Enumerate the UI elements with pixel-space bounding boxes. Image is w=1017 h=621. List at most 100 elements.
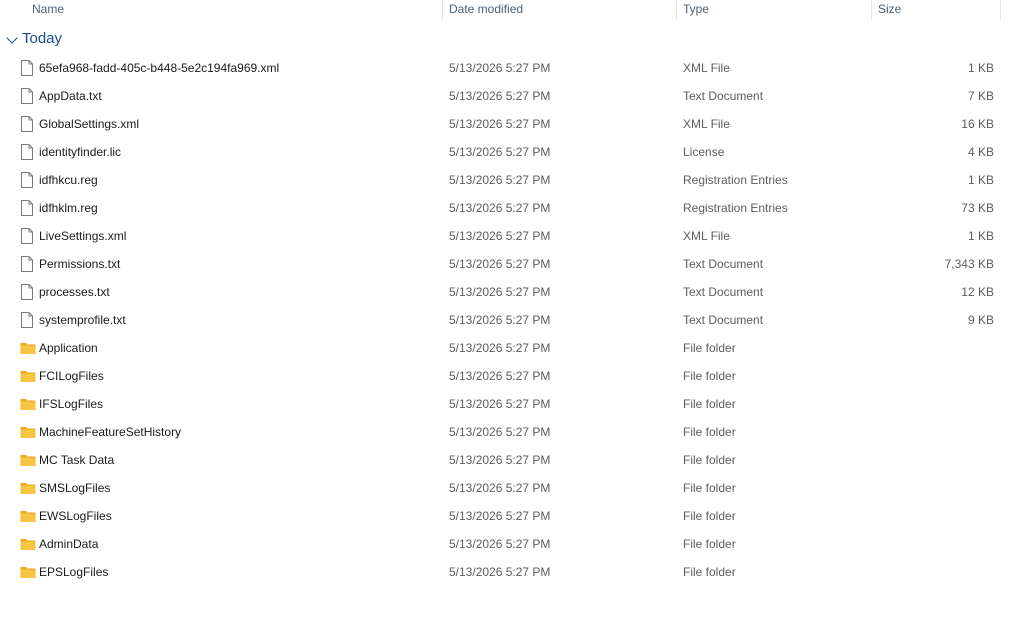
file-name: EPSLogFiles xyxy=(39,565,109,579)
column-header-date-modified[interactable]: Date modified xyxy=(443,0,523,20)
file-name: FCILogFiles xyxy=(39,369,104,383)
file-size: 1 KB xyxy=(967,61,994,75)
file-size: 16 KB xyxy=(961,117,994,131)
folder-row[interactable]: IFSLogFiles 5/13/2026 5:27 PM File folder xyxy=(0,390,1017,418)
file-name: IFSLogFiles xyxy=(39,397,104,411)
file-icon xyxy=(20,284,34,300)
file-size: 7 KB xyxy=(967,89,994,103)
file-type: File folder xyxy=(683,341,736,355)
file-type: File folder xyxy=(683,481,736,495)
file-size: 1 KB xyxy=(967,173,994,187)
file-name: LiveSettings.xml xyxy=(39,229,127,243)
folder-icon xyxy=(20,536,36,552)
folder-row[interactable]: AdminData 5/13/2026 5:27 PM File folder xyxy=(0,530,1017,558)
file-date-modified: 5/13/2026 5:27 PM xyxy=(449,341,551,355)
file-icon xyxy=(20,144,34,160)
file-name: 65efa968-fadd-405c-b448-5e2c194fa969.xml xyxy=(39,61,280,75)
file-date-modified: 5/13/2026 5:27 PM xyxy=(449,397,551,411)
file-type: License xyxy=(683,145,725,159)
file-name: systemprofile.txt xyxy=(39,313,126,327)
file-date-modified: 5/13/2026 5:27 PM xyxy=(449,145,551,159)
chevron-down-icon[interactable] xyxy=(6,32,18,44)
group-label: Today xyxy=(22,30,63,47)
file-date-modified: 5/13/2026 5:27 PM xyxy=(449,481,551,495)
file-list: 65efa968-fadd-405c-b448-5e2c194fa969.xml… xyxy=(0,54,1017,586)
file-row[interactable]: LiveSettings.xml 5/13/2026 5:27 PM XML Fil… xyxy=(0,222,1017,250)
column-header-type[interactable]: Type xyxy=(677,0,709,20)
folder-icon xyxy=(20,340,36,356)
file-type: XML File xyxy=(683,229,730,243)
file-type: Text Document xyxy=(683,285,764,299)
file-size: 9 KB xyxy=(967,313,994,327)
file-row[interactable]: idfhkcu.reg 5/13/2026 5:27 PM Registration… xyxy=(0,166,1017,194)
file-size: 1 KB xyxy=(967,229,994,243)
file-name: GlobalSettings.xml xyxy=(39,117,140,131)
file-name: AppData.txt xyxy=(39,89,102,103)
group-header-today[interactable]: Today xyxy=(0,29,1000,51)
file-row[interactable]: Permissions.txt 5/13/2026 5:27 PM Text Doc… xyxy=(0,250,1017,278)
folder-icon xyxy=(20,564,36,580)
file-date-modified: 5/13/2026 5:27 PM xyxy=(449,509,551,523)
folder-row[interactable]: MC Task Data 5/13/2026 5:27 PM File folder xyxy=(0,446,1017,474)
file-date-modified: 5/13/2026 5:27 PM xyxy=(449,257,551,271)
file-name: Application xyxy=(39,341,98,355)
file-date-modified: 5/13/2026 5:27 PM xyxy=(449,229,551,243)
file-row[interactable]: AppData.txt 5/13/2026 5:27 PM Text Documen… xyxy=(0,82,1017,110)
file-name: AdminData xyxy=(39,537,99,551)
file-date-modified: 5/13/2026 5:27 PM xyxy=(449,425,551,439)
file-type: File folder xyxy=(683,369,736,383)
file-date-modified: 5/13/2026 5:27 PM xyxy=(449,453,551,467)
file-type: File folder xyxy=(683,453,736,467)
file-icon xyxy=(20,200,34,216)
file-name: EWSLogFiles xyxy=(39,509,112,523)
file-icon xyxy=(20,228,34,244)
file-size: 4 KB xyxy=(967,145,994,159)
folder-row[interactable]: EPSLogFiles 5/13/2026 5:27 PM File folder xyxy=(0,558,1017,586)
file-row[interactable]: GlobalSettings.xml 5/13/2026 5:27 PM XML F… xyxy=(0,110,1017,138)
file-type: File folder xyxy=(683,397,736,411)
folder-row[interactable]: EWSLogFiles 5/13/2026 5:27 PM File folder xyxy=(0,502,1017,530)
file-name: identityfinder.lic xyxy=(39,145,122,159)
file-type: Text Document xyxy=(683,257,764,271)
file-date-modified: 5/13/2026 5:27 PM xyxy=(449,201,551,215)
file-name: MC Task Data xyxy=(39,453,115,467)
file-name: MachineFeatureSetHistory xyxy=(39,425,182,439)
file-type: XML File xyxy=(683,61,730,75)
file-row[interactable]: processes.txt 5/13/2026 5:27 PM Text Docum… xyxy=(0,278,1017,306)
folder-icon xyxy=(20,452,36,468)
folder-icon xyxy=(20,424,36,440)
file-date-modified: 5/13/2026 5:27 PM xyxy=(449,565,551,579)
file-name: processes.txt xyxy=(39,285,110,299)
column-header-name[interactable]: Name xyxy=(26,0,64,20)
file-type: XML File xyxy=(683,117,730,131)
folder-icon xyxy=(20,396,36,412)
file-name: idfhklm.reg xyxy=(39,201,98,215)
file-type: File folder xyxy=(683,425,736,439)
column-divider[interactable] xyxy=(1000,0,1001,20)
file-row[interactable]: identityfinder.lic 5/13/2026 5:27 PM Licen… xyxy=(0,138,1017,166)
folder-row[interactable]: MachineFeatureSetHistory 5/13/2026 5:27 P… xyxy=(0,418,1017,446)
file-name: idfhkcu.reg xyxy=(39,173,98,187)
file-date-modified: 5/13/2026 5:27 PM xyxy=(449,173,551,187)
file-type: File folder xyxy=(683,537,736,551)
file-row[interactable]: systemprofile.txt 5/13/2026 5:27 PM Text D… xyxy=(0,306,1017,334)
file-size: 73 KB xyxy=(961,201,994,215)
file-date-modified: 5/13/2026 5:27 PM xyxy=(449,61,551,75)
file-row[interactable]: idfhklm.reg 5/13/2026 5:27 PM Registration… xyxy=(0,194,1017,222)
column-header-bar: Name Date modified Type Size xyxy=(0,0,1017,20)
file-icon xyxy=(20,88,34,104)
file-type: File folder xyxy=(683,509,736,523)
file-icon xyxy=(20,116,34,132)
folder-icon xyxy=(20,368,36,384)
folder-row[interactable]: SMSLogFiles 5/13/2026 5:27 PM File folder xyxy=(0,474,1017,502)
column-header-size[interactable]: Size xyxy=(872,0,901,20)
file-type: Registration Entries xyxy=(683,201,788,215)
file-date-modified: 5/13/2026 5:27 PM xyxy=(449,89,551,103)
file-type: Text Document xyxy=(683,313,764,327)
folder-row[interactable]: FCILogFiles 5/13/2026 5:27 PM File folder xyxy=(0,362,1017,390)
file-type: Registration Entries xyxy=(683,173,788,187)
folder-row[interactable]: Application 5/13/2026 5:27 PM File folder xyxy=(0,334,1017,362)
file-row[interactable]: 65efa968-fadd-405c-b448-5e2c194fa969.xml… xyxy=(0,54,1017,82)
folder-icon xyxy=(20,480,36,496)
file-size: 12 KB xyxy=(961,285,994,299)
